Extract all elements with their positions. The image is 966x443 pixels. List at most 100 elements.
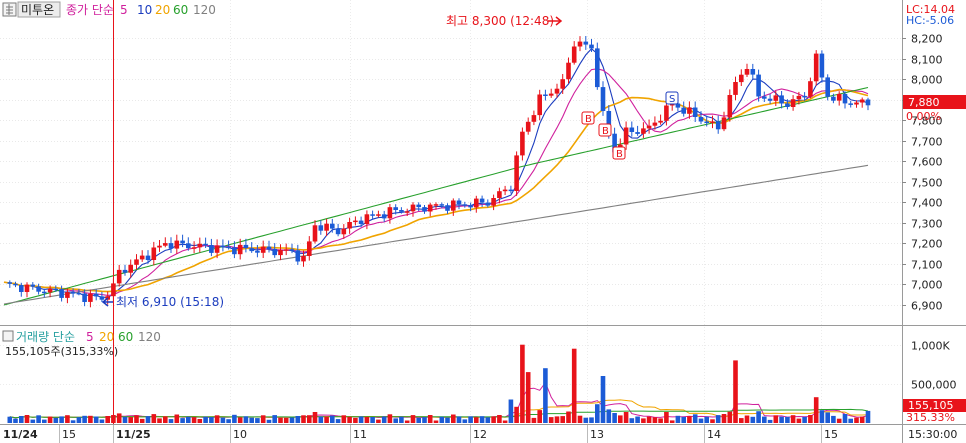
volume-axis-ticks: 1,000K 500,000 <box>911 340 957 392</box>
volume-bar <box>295 416 301 423</box>
candle-body <box>721 117 727 130</box>
candle-body <box>47 288 53 293</box>
candle-body <box>399 210 404 212</box>
volume-bar <box>255 418 260 423</box>
volume-bar <box>548 417 554 423</box>
candle-body <box>664 105 669 121</box>
volume-bar <box>502 420 508 423</box>
volume-bar <box>859 416 865 423</box>
volume-bar <box>393 418 398 423</box>
volume-bar <box>7 416 13 423</box>
candle-body <box>531 115 537 122</box>
volume-bar <box>266 419 272 423</box>
volume-bar <box>618 415 623 423</box>
volume-bar <box>42 419 47 423</box>
time-label-15b: 15 <box>824 428 838 441</box>
volume-bar <box>387 414 393 423</box>
candle-body <box>163 243 168 246</box>
volume-bar <box>157 418 162 423</box>
candle-body <box>468 205 473 208</box>
candle-body <box>652 122 658 126</box>
price-axis-ticks: 8,2008,1008,0007,9007,8007,7007,6007,500… <box>902 33 943 313</box>
volume-bar <box>750 416 756 423</box>
price-tick-label: 8,200 <box>911 33 943 46</box>
candle-body <box>243 244 249 249</box>
volume-bar <box>30 419 36 423</box>
candle-body <box>99 296 105 300</box>
candle-body <box>796 95 802 100</box>
volume-bar <box>525 372 531 423</box>
volume-bar <box>733 360 738 423</box>
candle-body <box>790 99 796 107</box>
volume-bar <box>47 416 53 423</box>
candle-body <box>283 249 289 251</box>
candle-body <box>865 99 871 106</box>
volume-bar <box>301 415 306 423</box>
volume-bar <box>767 419 773 423</box>
candle-body <box>698 117 704 122</box>
price-tick-label: 7,100 <box>911 259 943 272</box>
volume-bar <box>456 416 462 423</box>
candle-body <box>508 189 514 192</box>
volume-bar <box>687 416 692 423</box>
candle-body <box>191 247 197 249</box>
stock-chart[interactable]: 미투온 종가 단순 5 10 20 60 120 LC:14.04 HC:-5.… <box>0 0 966 443</box>
candle-body <box>600 87 606 111</box>
volume-bar <box>422 417 427 423</box>
candle-body <box>341 228 347 235</box>
candle-body <box>715 121 721 130</box>
candle-body <box>808 81 813 97</box>
volume-bar <box>595 404 600 423</box>
volume-bar <box>353 417 358 423</box>
vol-ma60-label: 60 <box>118 330 133 344</box>
volume-label: 거래량 단순 <box>16 330 75 344</box>
volume-bar <box>151 414 157 423</box>
volume-settings-icon[interactable] <box>2 330 14 342</box>
candle-body <box>30 284 36 287</box>
signal-b-1: B <box>581 111 595 125</box>
volume-panel[interactable] <box>0 327 902 424</box>
volume-bar <box>197 419 203 423</box>
volume-value-text: 155,105주(315,33%) <box>5 345 118 358</box>
candle-body <box>13 283 18 286</box>
volume-bar <box>508 399 514 423</box>
candle-body <box>635 132 640 134</box>
indicator-label: 종가 단순 <box>66 3 114 17</box>
candle-body <box>687 107 692 114</box>
volume-tick-label: 500,000 <box>911 379 957 392</box>
candle-body <box>266 246 272 249</box>
candle-body <box>335 228 341 235</box>
candle-body <box>93 293 99 297</box>
candle-body <box>629 127 635 132</box>
candle-body <box>289 249 295 251</box>
volume-bar <box>168 419 174 423</box>
candle-body <box>427 204 433 212</box>
price-tick-label: 7,700 <box>911 136 943 149</box>
volume-bar <box>260 415 266 423</box>
candle-body <box>595 48 600 88</box>
volume-bar <box>232 414 237 423</box>
candle-body <box>387 207 393 219</box>
volume-bar <box>721 414 727 423</box>
candle-body <box>520 131 525 156</box>
candle-body <box>260 246 266 253</box>
volume-bar <box>646 416 652 423</box>
time-label-13: 13 <box>590 428 604 441</box>
candle-body <box>525 121 531 132</box>
volume-bar <box>779 416 784 423</box>
time-label-close: 15:30:00 <box>908 428 957 441</box>
candle-body <box>255 251 260 253</box>
volume-bar <box>451 414 456 423</box>
volume-bar <box>445 417 450 423</box>
price-tick-label: 7,500 <box>911 177 943 190</box>
volume-bar <box>399 416 404 423</box>
price-tick-label: 6,900 <box>911 300 943 313</box>
volume-bar <box>88 415 93 423</box>
candle-body <box>773 95 779 101</box>
volume-bar <box>623 412 629 423</box>
candle-body <box>139 255 145 260</box>
candle-body <box>53 288 59 291</box>
volume-bar <box>831 415 836 423</box>
candle-body <box>433 204 439 206</box>
candle-body <box>82 293 87 302</box>
